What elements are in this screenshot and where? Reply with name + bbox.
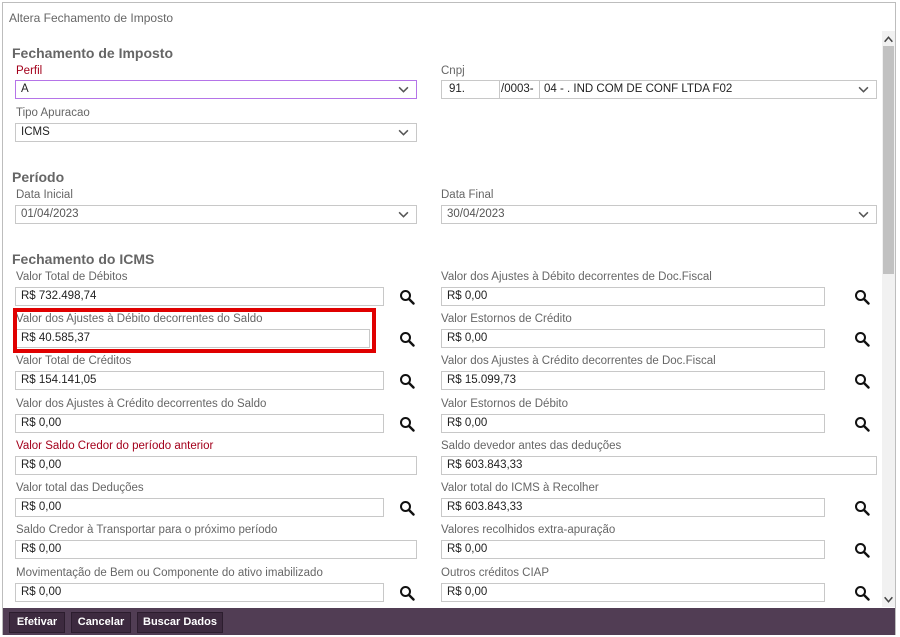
scroll-up-icon[interactable] (883, 34, 894, 45)
saldo-credor-transportar-label: Saldo Credor à Transportar para o próxim… (16, 524, 278, 536)
search-icon[interactable] (854, 500, 870, 516)
cnpj-filial: 04 - . IND COM DE CONF LTDA F02 (544, 83, 733, 95)
search-icon[interactable] (399, 500, 415, 516)
estornos-credito-label: Valor Estornos de Crédito (441, 313, 572, 325)
search-icon[interactable] (399, 585, 415, 601)
data-final-select[interactable]: 30/04/2023 (441, 205, 877, 224)
cnpj-part2: /0003- (501, 83, 534, 95)
tipo-apuracao-value: ICMS (21, 126, 50, 138)
total-debitos-label: Valor Total de Débitos (16, 271, 128, 283)
data-inicial-select[interactable]: 01/04/2023 (15, 205, 417, 224)
search-icon[interactable] (854, 373, 870, 389)
total-creditos-input[interactable]: R$ 154.141,05 (15, 371, 384, 390)
saldo-credor-anterior-input[interactable]: R$ 0,00 (15, 456, 417, 475)
highlight-box (13, 308, 376, 353)
estornos-credito-input[interactable]: R$ 0,00 (441, 329, 825, 348)
search-icon[interactable] (399, 416, 415, 432)
perfil-label: Perfil (16, 65, 43, 77)
data-final-label: Data Final (441, 189, 494, 201)
search-icon[interactable] (399, 289, 415, 305)
total-deducoes-input[interactable]: R$ 0,00 (15, 498, 384, 517)
icms-recolher-label: Valor total do ICMS à Recolher (441, 482, 599, 494)
search-icon[interactable] (854, 331, 870, 347)
estornos-debito-label: Valor Estornos de Débito (441, 398, 568, 410)
search-icon[interactable] (854, 585, 870, 601)
movimentacao-bem-label: Movimentação de Bem ou Componente do ati… (16, 567, 323, 579)
cnpj-label: Cnpj (441, 65, 465, 77)
dialog-content: Fechamento de Imposto Perfil A Cnpj 91. … (3, 3, 881, 608)
search-icon[interactable] (399, 331, 415, 347)
footer-bar: Efetivar Cancelar Buscar Dados (3, 608, 895, 635)
ajustes-credito-saldo-label: Valor dos Ajustes à Crédito decorrentes … (16, 398, 267, 410)
total-creditos-label: Valor Total de Créditos (16, 355, 132, 367)
data-final-value: 30/04/2023 (447, 208, 505, 220)
ajustes-credito-saldo-input[interactable]: R$ 0,00 (15, 414, 384, 433)
saldo-credor-transportar-input[interactable]: R$ 0,00 (15, 540, 417, 559)
ajustes-debito-docfiscal-label: Valor dos Ajustes à Débito decorrentes d… (441, 271, 712, 283)
chevron-down-icon (858, 86, 869, 93)
scrollbar-thumb[interactable] (883, 46, 894, 274)
saldo-credor-anterior-label: Valor Saldo Credor do período anterior (16, 440, 214, 452)
section-title-icms: Fechamento do ICMS (12, 251, 155, 267)
search-icon[interactable] (854, 542, 870, 558)
search-icon[interactable] (854, 416, 870, 432)
saldo-devedor-input[interactable]: R$ 603.843,33 (441, 456, 877, 475)
recolhidos-extra-input[interactable]: R$ 0,00 (441, 540, 825, 559)
total-debitos-input[interactable]: R$ 732.498,74 (15, 287, 384, 306)
total-deducoes-label: Valor total das Deduções (16, 482, 144, 494)
ajustes-credito-docfiscal-label: Valor dos Ajustes à Crédito decorrentes … (441, 355, 716, 367)
saldo-devedor-label: Saldo devedor antes das deduções (441, 440, 622, 452)
cnpj-select[interactable]: 91. /0003- 04 - . IND COM DE CONF LTDA F… (441, 80, 877, 99)
chevron-down-icon (398, 129, 409, 136)
perfil-value: A (21, 83, 29, 95)
search-icon[interactable] (854, 289, 870, 305)
movimentacao-bem-input[interactable]: R$ 0,00 (15, 583, 384, 602)
tipo-apuracao-select[interactable]: ICMS (15, 123, 417, 142)
scroll-down-icon[interactable] (883, 594, 894, 605)
perfil-select[interactable]: A (15, 80, 417, 99)
efetivar-button[interactable]: Efetivar (9, 612, 65, 633)
cnpj-part1: 91. (449, 83, 465, 95)
outros-creditos-ciap-label: Outros créditos CIAP (441, 567, 550, 579)
outros-creditos-ciap-input[interactable]: R$ 0,00 (441, 583, 825, 602)
cancelar-button[interactable]: Cancelar (71, 612, 131, 633)
chevron-down-icon (398, 211, 409, 218)
tipo-apuracao-label: Tipo Apuracao (16, 107, 90, 119)
section-title-fechamento: Fechamento de Imposto (12, 45, 174, 61)
buscar-dados-button[interactable]: Buscar Dados (137, 612, 223, 633)
ajustes-credito-docfiscal-input[interactable]: R$ 15.099,73 (441, 371, 825, 390)
chevron-down-icon (858, 211, 869, 218)
data-inicial-value: 01/04/2023 (21, 208, 79, 220)
section-title-periodo: Período (12, 169, 65, 185)
estornos-debito-input[interactable]: R$ 0,00 (441, 414, 825, 433)
dialog-window: Altera Fechamento de Imposto Fechamento … (2, 2, 896, 635)
search-icon[interactable] (399, 373, 415, 389)
ajustes-debito-docfiscal-input[interactable]: R$ 0,00 (441, 287, 825, 306)
icms-recolher-input[interactable]: R$ 603.843,33 (441, 498, 825, 517)
chevron-down-icon (398, 86, 409, 93)
data-inicial-label: Data Inicial (16, 189, 73, 201)
recolhidos-extra-label: Valores recolhidos extra-apuração (441, 524, 616, 536)
